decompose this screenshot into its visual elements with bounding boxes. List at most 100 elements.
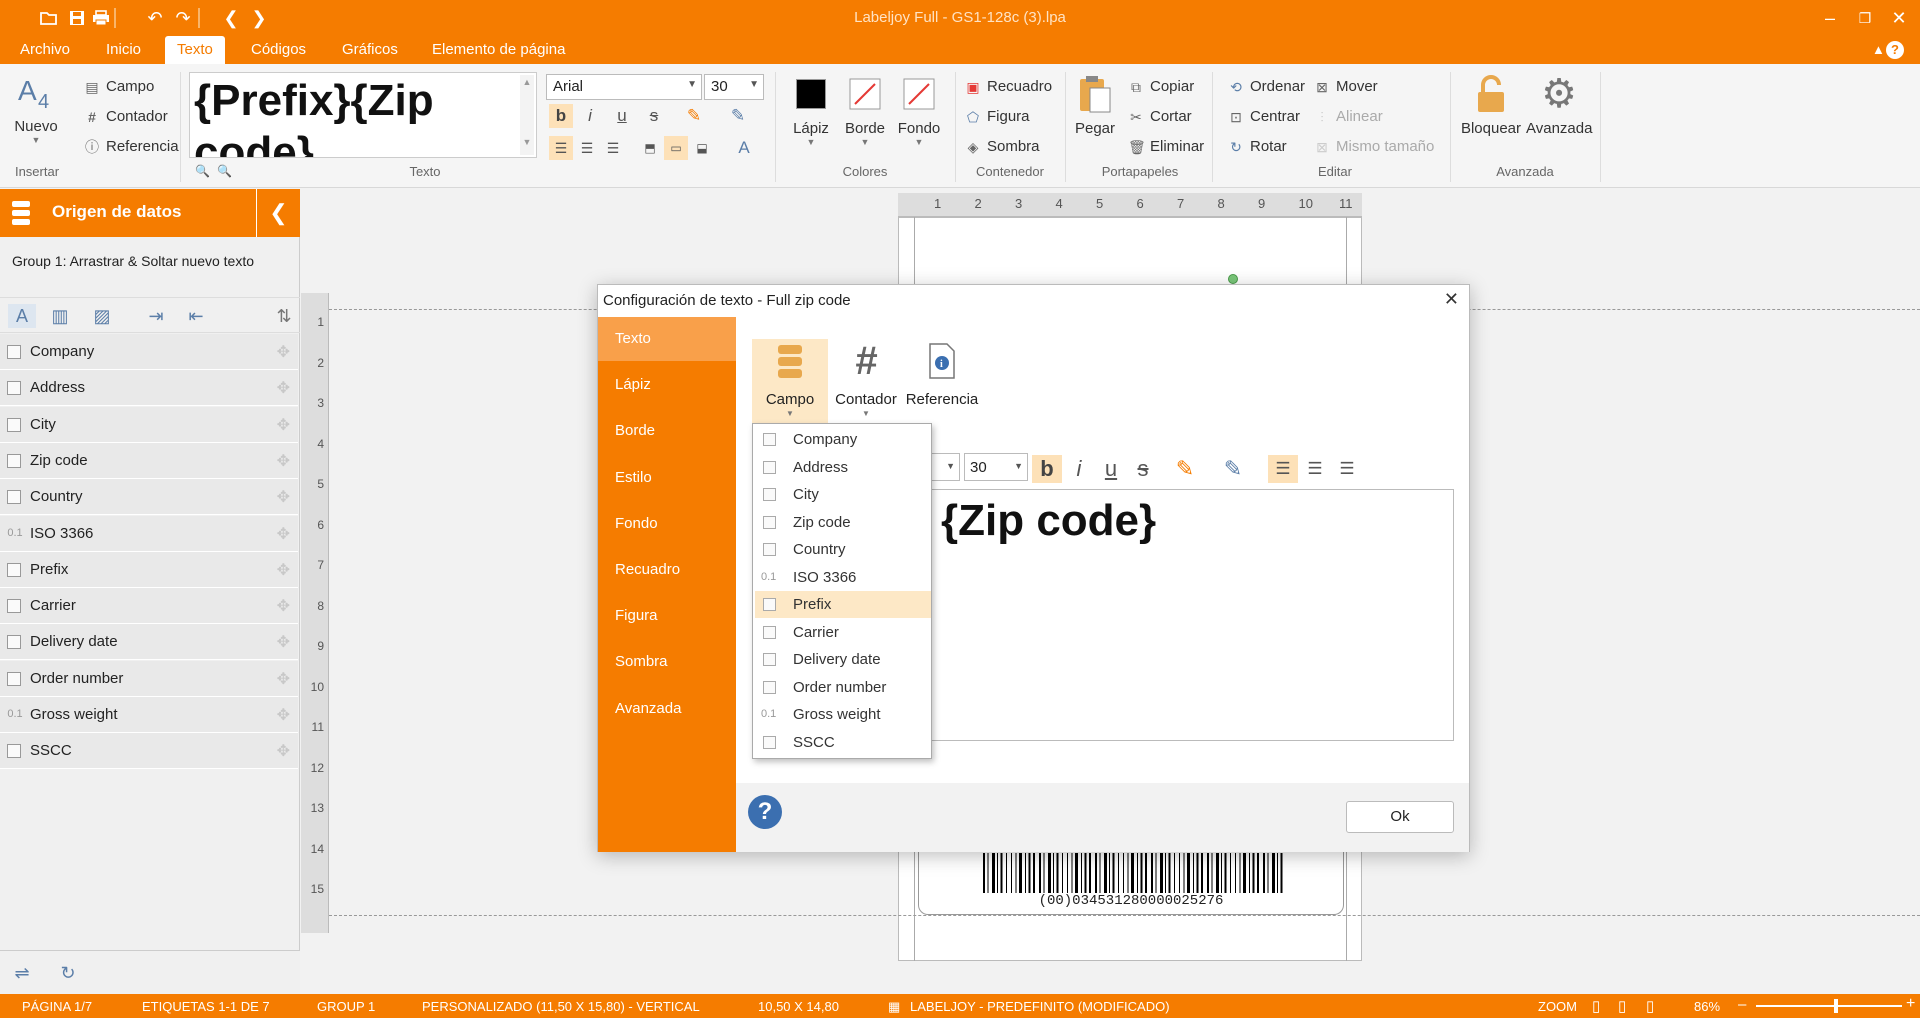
contador-tool-button[interactable]: # Contador ▼ <box>830 339 902 423</box>
copiar-button[interactable]: ⧉ Copiar <box>1128 78 1194 95</box>
connect-icon[interactable]: ⇌ <box>8 961 36 985</box>
drag-handle-icon[interactable]: ✥ <box>277 342 290 362</box>
minimize-icon[interactable]: – <box>1815 5 1845 31</box>
collapse-panel-button[interactable]: ❮ <box>256 189 300 237</box>
align-right-button[interactable]: ☰ <box>601 136 625 160</box>
figura-button[interactable]: ⬠ Figura <box>965 108 1030 125</box>
pegar-button[interactable]: Pegar <box>1072 72 1118 137</box>
mismo-tamano-button[interactable]: ⊠ Mismo tamaño <box>1314 138 1434 155</box>
drag-handle-icon[interactable]: ✥ <box>277 669 290 689</box>
strikethrough-button[interactable]: s <box>1128 455 1158 483</box>
dropdown-item[interactable]: 0.1 ISO 3366 <box>755 564 931 591</box>
align-center-button[interactable]: ☰ <box>1300 455 1330 483</box>
add-barcode-icon[interactable]: ▥ <box>46 304 74 328</box>
underline-button[interactable]: u <box>610 104 634 128</box>
field-row[interactable]: 0.1 Gross weight ✥ <box>0 697 298 733</box>
align-right-button[interactable]: ☰ <box>1332 455 1362 483</box>
campo-button[interactable]: ▤ Campo <box>84 78 154 95</box>
alinear-button[interactable]: ⫶ Alinear <box>1314 108 1382 125</box>
dialog-help-icon[interactable]: ? <box>748 795 782 829</box>
add-text-icon[interactable]: A <box>8 304 36 328</box>
strikethrough-button[interactable]: s <box>642 104 666 128</box>
eliminar-button[interactable]: 🗑 Eliminar <box>1128 138 1204 155</box>
italic-button[interactable]: i <box>578 104 602 128</box>
highlighter-icon[interactable]: ✎ <box>682 104 706 128</box>
align-center-button[interactable]: ☰ <box>575 136 599 160</box>
menu-texto[interactable]: Texto <box>165 36 225 64</box>
recuadro-button[interactable]: ▣ Recuadro <box>965 78 1052 95</box>
close-icon[interactable]: ✕ <box>1884 5 1914 31</box>
nuevo-button[interactable]: A4 Nuevo ▼ <box>10 70 62 145</box>
add-image-icon[interactable]: ▨ <box>88 304 116 328</box>
rotation-handle[interactable] <box>1228 274 1238 284</box>
sidebar-item[interactable]: Fondo <box>598 502 736 546</box>
sidebar-item[interactable]: Avanzada <box>598 687 736 731</box>
rotar-button[interactable]: ↻ Rotar <box>1228 138 1287 155</box>
drag-handle-icon[interactable]: ✥ <box>277 596 290 616</box>
field-row[interactable]: Country ✥ <box>0 479 298 516</box>
bold-button[interactable]: b <box>1032 455 1062 483</box>
referencia-tool-button[interactable]: i Referencia <box>904 339 980 423</box>
dropdown-item[interactable]: Delivery date <box>755 646 931 673</box>
sidebar-item[interactable]: Texto <box>598 317 736 361</box>
field-row[interactable]: Delivery date ✥ <box>0 624 298 661</box>
field-row[interactable]: 0.1 ISO 3366 ✥ <box>0 515 298 552</box>
field-row[interactable]: SSCC ✥ <box>0 733 298 770</box>
align-left-button[interactable]: ☰ <box>1268 455 1298 483</box>
field-row[interactable]: Carrier ✥ <box>0 588 298 625</box>
dropdown-item[interactable]: Order number <box>755 674 931 701</box>
dropdown-item[interactable]: SSCC <box>755 729 931 756</box>
bloquear-button[interactable]: Bloquear <box>1458 72 1524 137</box>
drag-handle-icon[interactable]: ✥ <box>277 632 290 652</box>
cortar-button[interactable]: ✂ Cortar <box>1128 108 1192 125</box>
zoom-slider-track[interactable] <box>1756 1005 1902 1007</box>
dropdown-item[interactable]: Zip code <box>755 509 931 536</box>
zoom-fit-icon[interactable]: ▯ <box>1618 997 1626 1015</box>
valign-middle-button[interactable]: ▭ <box>664 136 688 160</box>
zoom-in-icon[interactable]: 🔍 <box>195 164 210 178</box>
dropdown-item[interactable]: Address <box>755 454 931 481</box>
expand-icon[interactable]: ⇥ <box>142 304 170 328</box>
drag-handle-icon[interactable]: ✥ <box>277 560 290 580</box>
avanzada-button[interactable]: ⚙ Avanzada <box>1526 72 1592 137</box>
field-row[interactable]: City ✥ <box>0 406 298 443</box>
menu-archivo[interactable]: Archivo <box>8 36 82 64</box>
zoom-in-button[interactable]: + <box>1906 995 1915 1013</box>
text-effects-icon[interactable]: A <box>732 136 756 160</box>
help-icon[interactable]: ? <box>1886 36 1904 64</box>
valign-top-button[interactable]: ⬒ <box>638 136 662 160</box>
zoom-slider-thumb[interactable] <box>1834 999 1839 1013</box>
sidebar-item[interactable]: Lápiz <box>598 363 736 407</box>
size-select[interactable]: 30 ▼ <box>704 74 764 100</box>
drag-handle-icon[interactable]: ✥ <box>277 378 290 398</box>
dropdown-item[interactable]: 0.1 Gross weight <box>755 701 931 728</box>
drag-handle-icon[interactable]: ✥ <box>277 415 290 435</box>
fondo-button[interactable]: Fondo ▼ <box>896 72 942 147</box>
field-row[interactable]: Prefix ✥ <box>0 551 298 588</box>
dropdown-item[interactable]: Carrier <box>755 619 931 646</box>
pen-color-icon[interactable]: ✎ <box>726 104 750 128</box>
dropdown-item[interactable]: City <box>755 481 931 508</box>
zoom-out-button[interactable]: – <box>1738 996 1746 1013</box>
ordenar-button[interactable]: ⟲ Ordenar <box>1228 78 1305 95</box>
refresh-icon[interactable]: ↻ <box>54 961 82 985</box>
contador-button[interactable]: # Contador <box>84 108 168 125</box>
sidebar-item[interactable]: Borde <box>598 409 736 453</box>
bold-button[interactable]: b <box>549 104 573 128</box>
field-row[interactable]: Order number ✥ <box>0 660 298 697</box>
mover-button[interactable]: ⊠ Mover <box>1314 78 1378 95</box>
drag-handle-icon[interactable]: ✥ <box>277 451 290 471</box>
valign-bottom-button[interactable]: ⬓ <box>690 136 714 160</box>
dropdown-item[interactable]: Country <box>755 536 931 563</box>
pen-color-icon[interactable]: ✎ <box>1218 455 1248 483</box>
barcode[interactable] <box>981 853 1291 893</box>
sort-icon[interactable]: ⇅ <box>270 304 298 328</box>
sidebar-item[interactable]: Figura <box>598 594 736 638</box>
zoom-width-icon[interactable]: ▯ <box>1646 997 1654 1015</box>
italic-button[interactable]: i <box>1064 455 1094 483</box>
field-row[interactable]: Address ✥ <box>0 370 298 407</box>
collapse-icon[interactable]: ⇤ <box>182 304 210 328</box>
text-preview-box[interactable]: {Prefix}{Zip code} ▲ ▼ <box>189 72 537 158</box>
restore-icon[interactable]: ❐ <box>1850 5 1880 31</box>
drag-handle-icon[interactable]: ✥ <box>277 741 290 761</box>
